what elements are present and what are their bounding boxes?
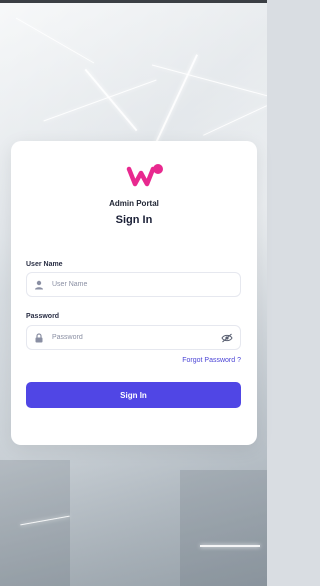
eye-slash-icon[interactable] (221, 333, 233, 343)
forgot-password-link[interactable]: Forgot Password ? (182, 357, 241, 364)
top-edge (0, 0, 267, 3)
sign-in-button[interactable]: Sign In (26, 382, 241, 408)
lock-icon (35, 333, 43, 343)
password-input[interactable] (52, 326, 212, 349)
username-input[interactable] (52, 273, 212, 296)
portal-name: Admin Portal (109, 199, 159, 208)
password-field[interactable] (26, 325, 241, 350)
password-label: Password (26, 313, 60, 320)
login-card: Admin Portal Sign In User Name Password … (11, 141, 257, 445)
username-label: User Name (26, 261, 63, 268)
w-heart-logo-icon (126, 164, 163, 187)
page-title: Sign In (115, 214, 153, 226)
user-icon (35, 280, 43, 290)
username-field[interactable] (26, 272, 241, 297)
